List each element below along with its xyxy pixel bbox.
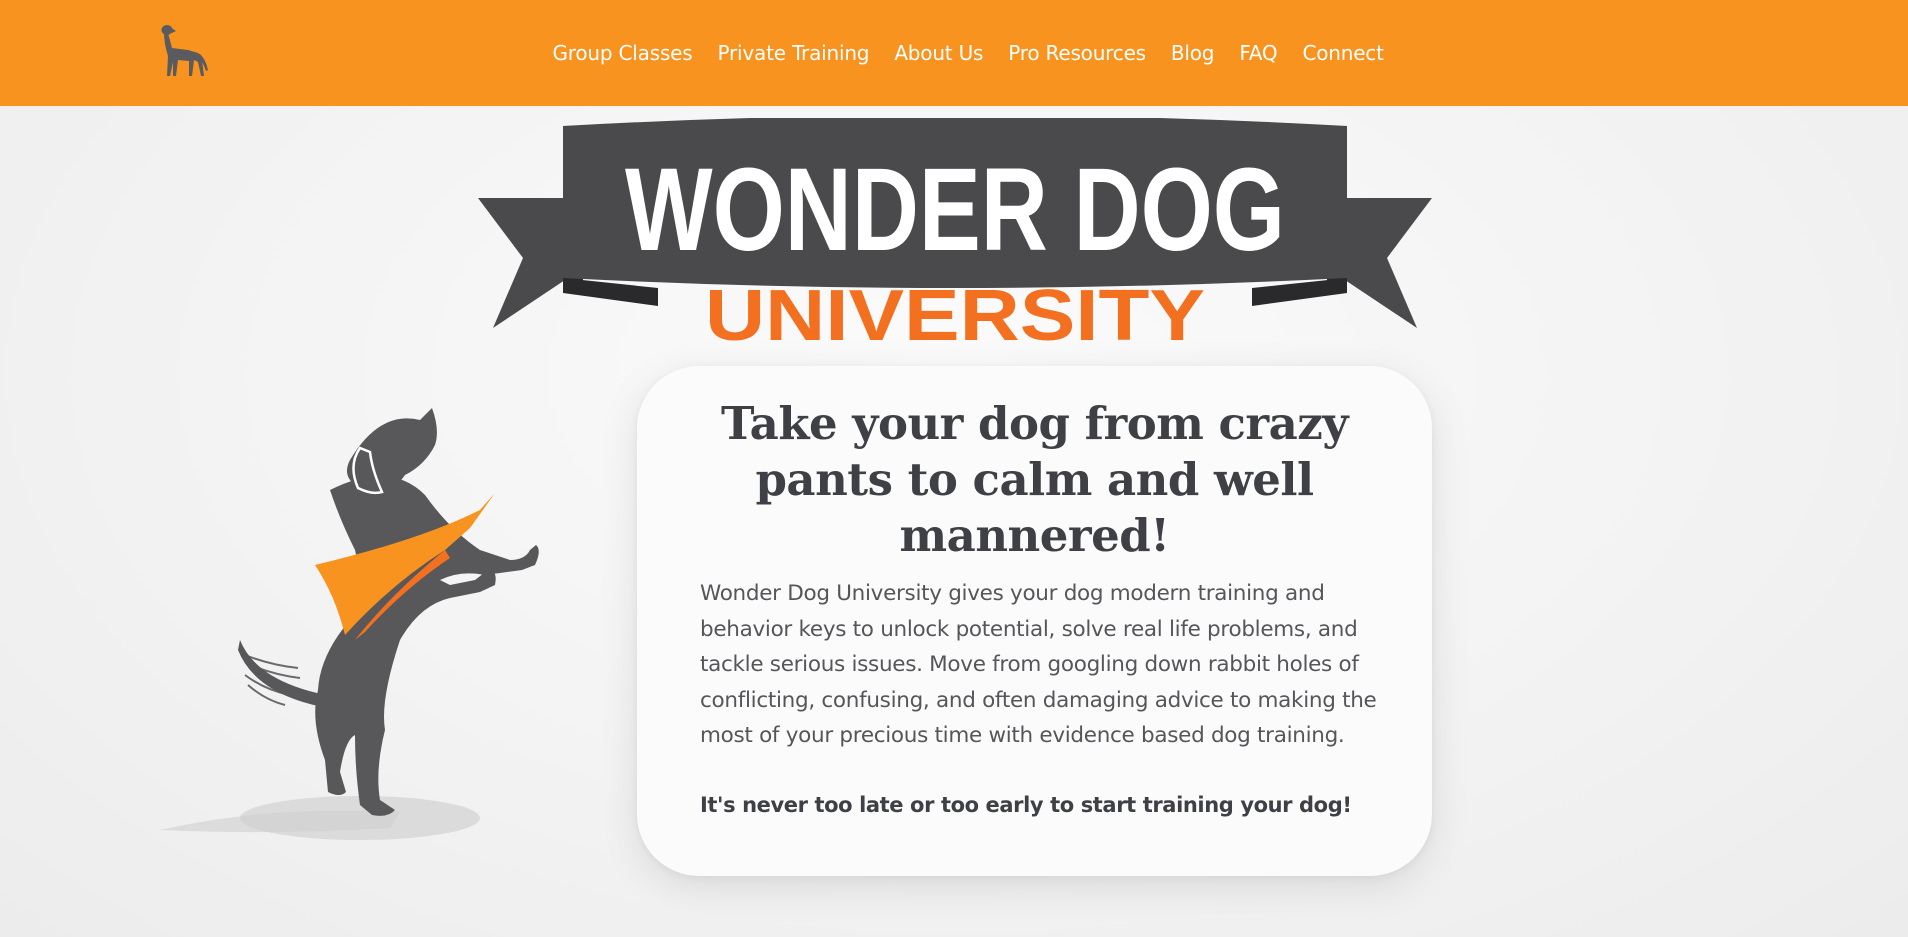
brand-title-line1: WONDER DOG — [625, 144, 1285, 276]
caped-dog-illustration — [160, 408, 539, 840]
page: Group Classes Private Training About Us … — [0, 0, 1908, 937]
dog-silhouette-icon[interactable] — [158, 22, 210, 80]
site-header: Group Classes Private Training About Us … — [0, 0, 1908, 106]
nav-faq[interactable]: FAQ — [1227, 41, 1290, 65]
card-title: Take your dog from crazy pants to calm a… — [720, 397, 1349, 562]
card-body: Wonder Dog University gives your dog mod… — [700, 581, 1377, 748]
main-nav: Group Classes Private Training About Us … — [540, 0, 1396, 106]
brand-title-line2: UNIVERSITY — [705, 276, 1205, 348]
nav-group-classes[interactable]: Group Classes — [540, 41, 705, 65]
nav-private-training[interactable]: Private Training — [705, 41, 882, 65]
nav-blog[interactable]: Blog — [1158, 41, 1226, 65]
intro-card: Take your dog from crazy pants to calm a… — [637, 366, 1432, 876]
nav-about-us[interactable]: About Us — [882, 41, 996, 65]
card-emphasis: It's never too late or too early to star… — [700, 793, 1352, 817]
brand-logo: WONDER DOG UNIVERSITY — [478, 118, 1432, 348]
nav-pro-resources[interactable]: Pro Resources — [996, 41, 1159, 65]
nav-connect[interactable]: Connect — [1290, 41, 1396, 65]
